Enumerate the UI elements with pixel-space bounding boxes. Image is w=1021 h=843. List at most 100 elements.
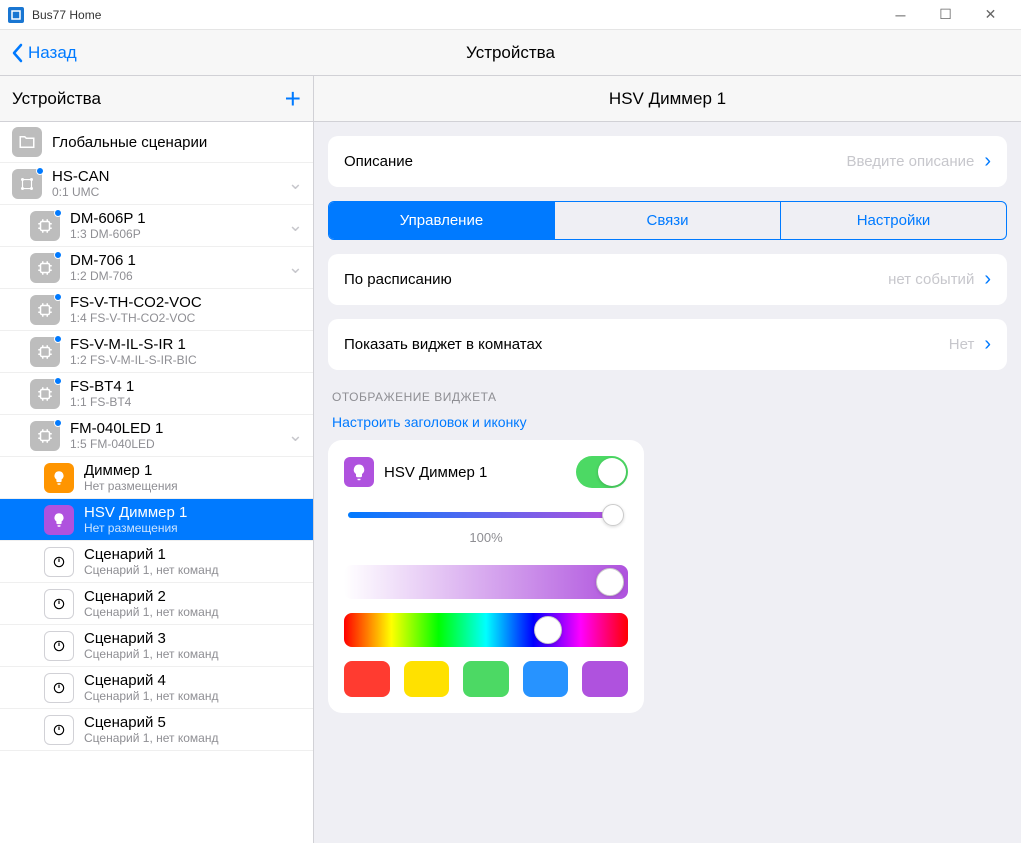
item-sub: Сценарий 1, нет команд [84,731,303,745]
status-dot [54,293,62,301]
minimize-button[interactable]: ─ [878,1,923,29]
chip-icon [30,421,60,451]
tree-item[interactable]: FM-040LED 11:5 FM-040LED⌄ [0,415,313,457]
item-name: Глобальные сценарии [52,134,303,151]
add-device-button[interactable]: + [285,85,301,113]
item-name: Сценарий 5 [84,714,303,731]
hue-slider[interactable] [344,613,628,647]
schedule-row[interactable]: По расписанию нет событий › [328,254,1007,305]
chip-icon [30,295,60,325]
tree-item[interactable]: Сценарий 1Сценарий 1, нет команд [0,541,313,583]
item-name: Сценарий 3 [84,630,303,647]
chip-icon [30,379,60,409]
maximize-button[interactable]: ☐ [923,1,968,29]
item-sub: 1:2 DM-706 [70,269,288,283]
item-name: Диммер 1 [84,462,303,479]
power-icon [44,589,74,619]
status-dot [36,167,44,175]
slider-thumb[interactable] [602,504,624,526]
power-icon [44,547,74,577]
schedule-value: нет событий [888,271,974,288]
item-sub: 1:1 FS-BT4 [70,395,303,409]
item-name: FM-040LED 1 [70,420,288,437]
sidebar: Устройства + Глобальные сценарииHS-CAN0:… [0,76,314,843]
brightness-slider[interactable] [344,512,628,518]
tree-item[interactable]: Диммер 1Нет размещения [0,457,313,499]
window-title: Bus77 Home [32,8,101,22]
tree-item[interactable]: DM-606P 11:3 DM-606P⌄ [0,205,313,247]
schedule-label: По расписанию [344,271,452,288]
widget-title: HSV Диммер 1 [384,464,576,481]
item-name: FS-V-M-IL-S-IR 1 [70,336,303,353]
tab-links[interactable]: Связи [555,202,781,239]
chevron-down-icon[interactable]: ⌄ [288,425,303,446]
item-sub: 0:1 UMC [52,185,288,199]
chip-icon [30,253,60,283]
chevron-right-icon: › [984,268,991,291]
chevron-right-icon: › [984,150,991,173]
power-icon [44,715,74,745]
tab-settings[interactable]: Настройки [781,202,1006,239]
color-swatch[interactable] [463,661,509,697]
item-name: DM-606P 1 [70,210,288,227]
tree-item[interactable]: FS-V-M-IL-S-IR 11:2 FS-V-M-IL-S-IR-BIC [0,331,313,373]
item-sub: Сценарий 1, нет команд [84,605,303,619]
status-dot [54,419,62,427]
item-sub: Сценарий 1, нет команд [84,563,303,577]
tree-item[interactable]: Глобальные сценарии [0,122,313,163]
app-icon [8,7,24,23]
tree-item[interactable]: Сценарий 2Сценарий 1, нет команд [0,583,313,625]
close-button[interactable]: ✕ [968,1,1013,29]
color-swatch[interactable] [404,661,450,697]
widget-section-label: ОТОБРАЖЕНИЕ ВИДЖЕТА [328,384,1007,410]
chevron-down-icon[interactable]: ⌄ [288,173,303,194]
color-swatch[interactable] [523,661,569,697]
description-row[interactable]: Описание Введите описание › [328,136,1007,187]
slider-thumb[interactable] [596,568,624,596]
back-label: Назад [28,43,77,63]
power-icon [44,631,74,661]
color-swatch[interactable] [582,661,628,697]
saturation-slider[interactable] [344,565,628,599]
status-dot [54,335,62,343]
tree-item[interactable]: FS-V-TH-CO2-VOC1:4 FS-V-TH-CO2-VOC [0,289,313,331]
configure-header-link[interactable]: Настроить заголовок и иконку [328,410,1007,440]
color-swatch[interactable] [344,661,390,697]
brightness-value: 100% [344,530,628,545]
tree-item[interactable]: Сценарий 5Сценарий 1, нет команд [0,709,313,751]
chip-icon [30,337,60,367]
widget-preview: HSV Диммер 1 100% [328,440,644,713]
rooms-value: Нет [949,336,975,353]
back-button[interactable]: Назад [0,43,77,63]
power-toggle[interactable] [576,456,628,488]
detail-title: HSV Диммер 1 [314,76,1021,122]
item-name: HSV Диммер 1 [84,504,303,521]
item-name: Сценарий 2 [84,588,303,605]
tree-item[interactable]: FS-BT4 11:1 FS-BT4 [0,373,313,415]
rooms-row[interactable]: Показать виджет в комнатах Нет › [328,319,1007,370]
bulb-icon [344,457,374,487]
device-tree[interactable]: Глобальные сценарииHS-CAN0:1 UMC⌄DM-606P… [0,122,313,843]
tab-control[interactable]: Управление [329,202,555,239]
power-icon [44,673,74,703]
chevron-right-icon: › [984,333,991,356]
tree-item[interactable]: HS-CAN0:1 UMC⌄ [0,163,313,205]
chevron-down-icon[interactable]: ⌄ [288,215,303,236]
item-name: Сценарий 1 [84,546,303,563]
description-label: Описание [344,153,413,170]
folder-icon [12,127,42,157]
tree-item[interactable]: Сценарий 4Сценарий 1, нет команд [0,667,313,709]
item-name: DM-706 1 [70,252,288,269]
tree-item[interactable]: HSV Диммер 1Нет размещения [0,499,313,541]
detail-panel: HSV Диммер 1 Описание Введите описание ›… [314,76,1021,843]
net-icon [12,169,42,199]
item-sub: 1:4 FS-V-TH-CO2-VOC [70,311,303,325]
tree-item[interactable]: DM-706 11:2 DM-706⌄ [0,247,313,289]
slider-thumb[interactable] [534,616,562,644]
tree-item[interactable]: Сценарий 3Сценарий 1, нет команд [0,625,313,667]
item-name: HS-CAN [52,168,288,185]
item-sub: Нет размещения [84,479,303,493]
item-sub: Нет размещения [84,521,303,535]
status-dot [54,209,62,217]
chevron-down-icon[interactable]: ⌄ [288,257,303,278]
